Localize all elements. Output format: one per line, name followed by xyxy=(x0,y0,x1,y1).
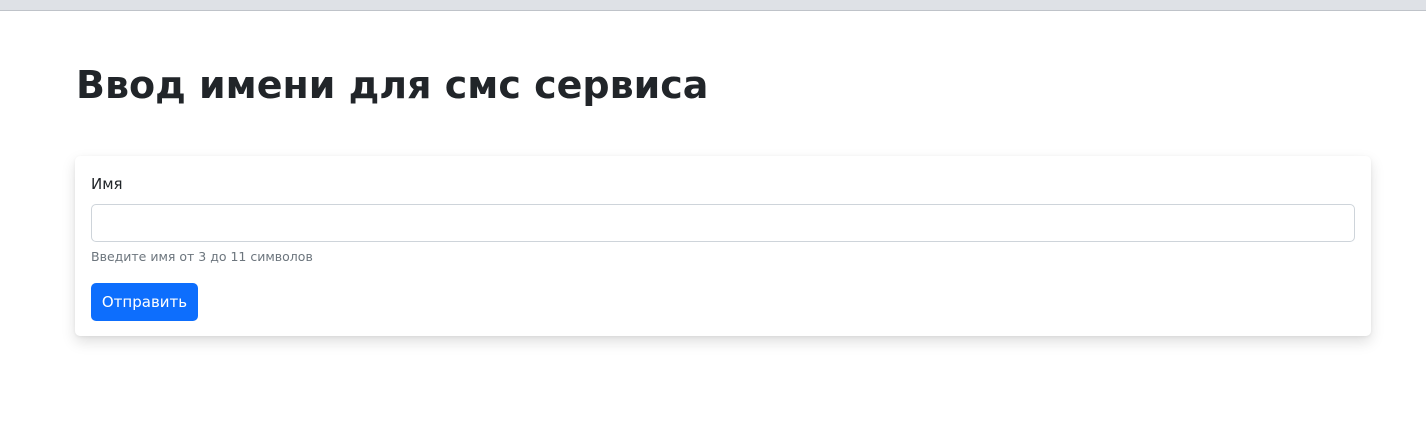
submit-button[interactable]: Отправить xyxy=(91,283,198,321)
browser-bookmarks-bar xyxy=(0,0,1426,11)
name-form-card: Имя Введите имя от 3 до 11 символов Отпр… xyxy=(75,156,1371,336)
page-title: Ввод имени для смс сервиса xyxy=(76,63,709,107)
name-field-label: Имя xyxy=(91,175,123,193)
name-help-text: Введите имя от 3 до 11 символов xyxy=(91,249,313,264)
name-input[interactable] xyxy=(91,204,1355,242)
